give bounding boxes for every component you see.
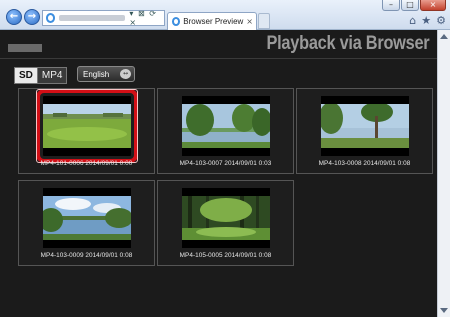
ie-icon — [46, 13, 56, 23]
clip-thumbnail-1[interactable]: MP4-101-0006 2014/09/01 0:00 — [18, 88, 155, 174]
ie-icon — [172, 17, 181, 26]
lake-tree-wide-image — [321, 104, 409, 148]
forest-path-image — [182, 196, 270, 240]
lake-trees-image — [182, 104, 270, 148]
thumbnail-frame — [321, 96, 409, 156]
clip-label: MP4-103-0007 2014/09/01 0:03 — [179, 160, 272, 167]
brand-logo — [8, 44, 42, 52]
tab-title: Browser Preview — [183, 17, 244, 26]
window-controls: – □ × — [382, 0, 446, 11]
new-tab-button[interactable] — [258, 13, 270, 29]
media-toggle: SD MP4 — [14, 67, 68, 84]
language-label: English — [83, 69, 110, 79]
address-url-redacted — [59, 15, 126, 21]
browser-chrome: – □ × ← → ▾ ⊠ ⟳ × Browser Preview × ⌂ ★ … — [0, 0, 450, 30]
clip-label: MP4-105-0005 2014/09/01 0:08 — [179, 252, 272, 259]
thumbnail-frame — [36, 89, 138, 163]
language-button[interactable]: English ↔ — [77, 66, 135, 82]
header-divider — [0, 58, 437, 59]
address-bar[interactable]: ▾ ⊠ ⟳ × — [42, 9, 165, 27]
browser-tools: ⌂ ★ ⚙ — [409, 14, 446, 27]
back-button[interactable]: ← — [6, 9, 22, 25]
sd-media-button[interactable]: SD — [15, 68, 37, 83]
minimize-button[interactable]: – — [382, 0, 400, 11]
mp4-format-button[interactable]: MP4 — [36, 68, 67, 83]
clip-thumbnail-3[interactable]: MP4-103-0008 2014/09/01 0:08 — [296, 88, 433, 174]
address-controls[interactable]: ▾ ⊠ ⟳ × — [129, 9, 164, 27]
close-window-button[interactable]: × — [420, 0, 446, 11]
clip-label: MP4-101-0006 2014/09/01 0:00 — [40, 160, 133, 167]
vertical-scrollbar[interactable] — [437, 30, 450, 317]
clip-thumbnail-5[interactable]: MP4-105-0005 2014/09/01 0:08 — [157, 180, 294, 266]
maximize-button[interactable]: □ — [401, 0, 419, 11]
golf-course-image — [43, 104, 131, 148]
tab-browser-preview[interactable]: Browser Preview × — [167, 12, 257, 30]
lake-clouds-image — [43, 196, 131, 240]
scroll-down-icon[interactable] — [440, 308, 448, 313]
home-icon[interactable]: ⌂ — [409, 14, 416, 27]
thumbnail-frame — [182, 96, 270, 156]
clip-label: MP4-103-0009 2014/09/01 0:08 — [40, 252, 133, 259]
page-content: Playback via Browser SD MP4 English ↔ MP… — [0, 30, 437, 317]
thumbnail-frame — [182, 188, 270, 248]
tab-close-icon[interactable]: × — [246, 17, 253, 26]
switch-icon: ↔ — [120, 69, 131, 79]
clip-label: MP4-103-0008 2014/09/01 0:08 — [318, 160, 411, 167]
favorites-icon[interactable]: ★ — [421, 14, 431, 27]
clip-thumbnail-4[interactable]: MP4-103-0009 2014/09/01 0:08 — [18, 180, 155, 266]
forward-button[interactable]: → — [24, 9, 40, 25]
thumbnail-frame — [43, 188, 131, 248]
clip-thumbnail-2[interactable]: MP4-103-0007 2014/09/01 0:03 — [157, 88, 294, 174]
settings-icon[interactable]: ⚙ — [436, 14, 446, 27]
scroll-up-icon[interactable] — [440, 34, 448, 39]
page-title: Playback via Browser — [266, 33, 429, 54]
